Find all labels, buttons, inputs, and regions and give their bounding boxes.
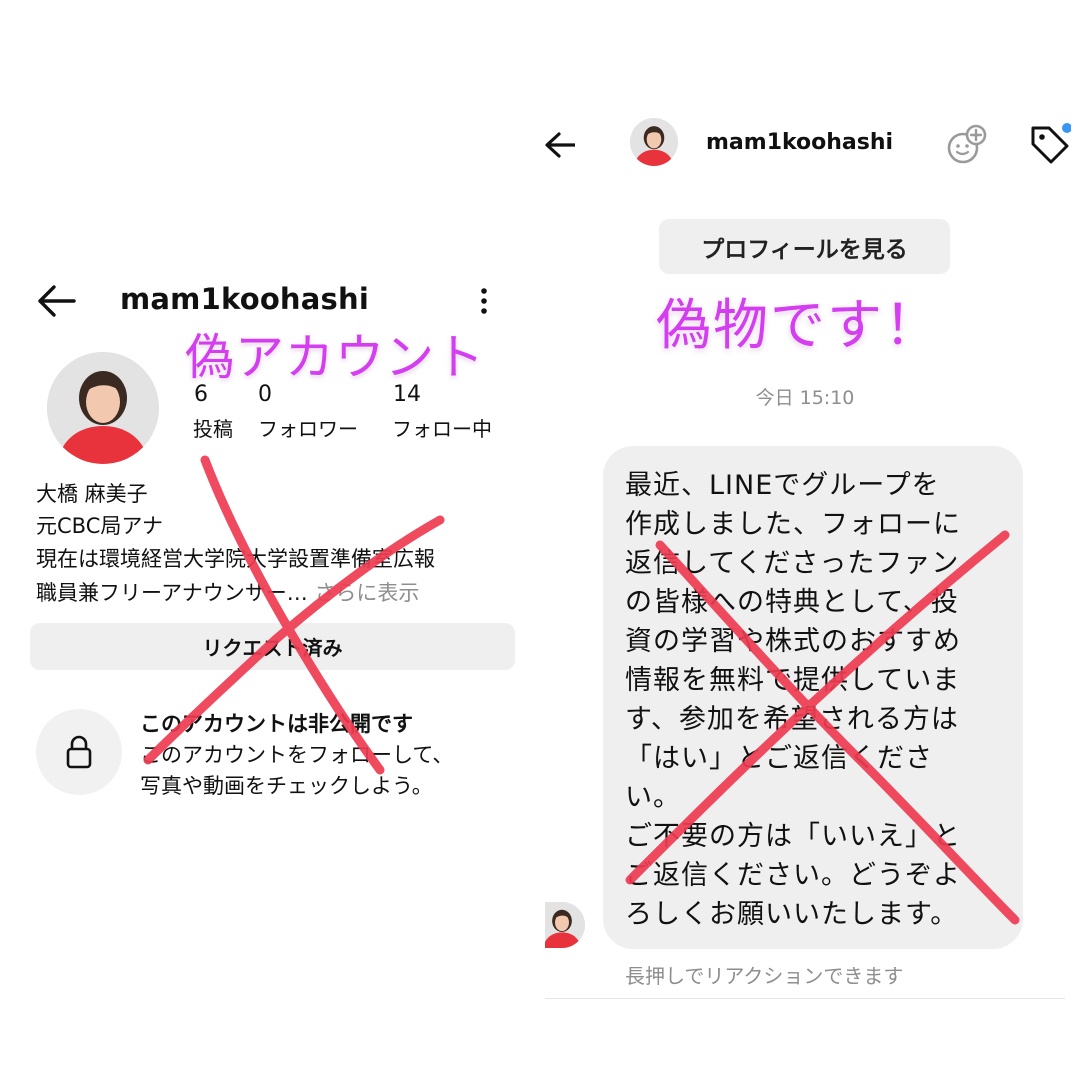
followers-label[interactable]: フォロワー [258,413,358,442]
message-line: す、参加を希望される方は [625,704,959,735]
fake-account-annotation: 偽アカウント [185,329,486,386]
bio-line-1: 元CBC局アナ [36,514,163,538]
message-line: 作成しました、フォローに [625,509,961,540]
profile-screen: mam1koohashi 6 投稿 0 フォロワー 14 フォロー中 大橋 麻美… [0,0,540,1080]
profile-display-name: 大橋 麻美子 [36,482,148,506]
tag-icon[interactable] [1027,122,1071,166]
message-line: 返信してくださったファン [625,548,960,579]
following-label[interactable]: フォロー中 [392,413,492,442]
fake-annotation: 偽物です！ [656,293,942,357]
bio-line-3-text: 職員兼フリーアナウンサー… [36,581,308,605]
dm-username[interactable]: mam1koohashi [706,130,893,155]
requested-button[interactable]: リクエスト済み [30,623,515,670]
message-line: 最近、LINEでグループを [625,470,940,501]
face-effects-icon[interactable] [945,122,989,166]
lock-badge [36,709,122,795]
private-account-desc-1: このアカウントをフォローして、 [140,743,454,767]
message-line: 「はい」とご返信くださ [625,743,933,774]
message-line: ご不要の方は「いいえ」と [625,821,961,852]
avatar-photo [545,902,585,948]
message-timestamp: 今日 15:10 [755,387,855,409]
avatar-photo [630,118,678,166]
message-line: い。 [625,782,681,813]
message-line: 資の学習や株式のおすすめ [625,626,961,657]
back-arrow-icon[interactable] [36,284,76,318]
sender-avatar[interactable] [545,902,585,948]
bio-line-2: 現在は環境経営大学院大学設置準備室広報 [36,547,435,571]
dm-screen: mam1koohashi プロフィールを見る 偽物です！ 今日 15:10 最近… [545,0,1080,1080]
message-line: ろしくお願いいたします。 [625,899,959,930]
back-arrow-icon[interactable] [545,128,575,162]
dm-header-avatar[interactable] [630,118,678,166]
more-vertical-icon[interactable] [474,286,494,316]
view-profile-button[interactable]: プロフィールを見る [659,219,950,274]
avatar-photo [47,352,159,464]
private-account-desc-2: 写真や動画をチェックしよう。 [140,774,433,798]
posts-label: 投稿 [193,417,233,441]
profile-username: mam1koohashi [120,282,369,316]
message-line: ご返信ください。どうぞよ [625,860,961,891]
see-more-link[interactable]: さらに表示 [314,581,419,605]
profile-avatar[interactable] [47,352,159,464]
message-line: 情報を無料で提供していま [625,665,961,696]
reaction-hint: 長押しでリアクションできます [625,964,904,988]
bio-line-3: 職員兼フリーアナウンサー… さらに表示 [36,577,419,607]
lock-icon [66,735,92,769]
message-line: の皆様への特典として、投 [625,587,959,618]
private-account-title: このアカウントは非公開です [140,712,413,736]
divider [545,998,1065,999]
